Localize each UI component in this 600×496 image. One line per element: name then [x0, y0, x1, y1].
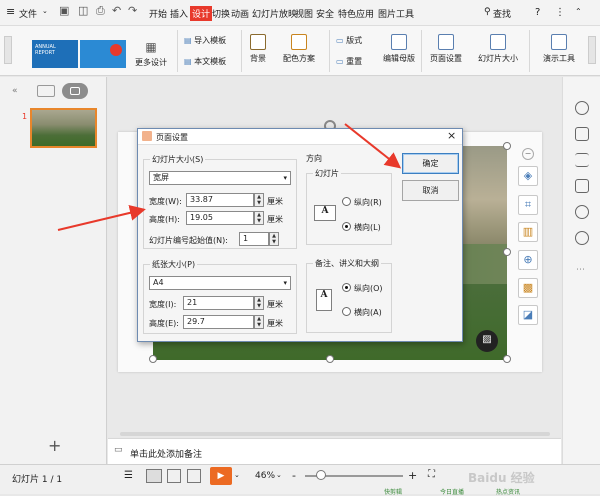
annotation-arrows: [57, 123, 402, 231]
arrow-to-ok: [344, 123, 402, 169]
arrow-to-width: [57, 204, 146, 231]
